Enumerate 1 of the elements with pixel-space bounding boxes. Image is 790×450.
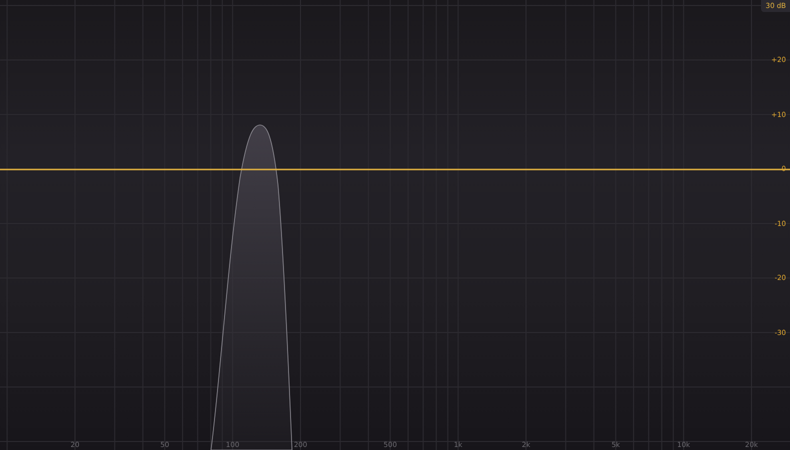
eq-response-line[interactable] (0, 168, 790, 170)
